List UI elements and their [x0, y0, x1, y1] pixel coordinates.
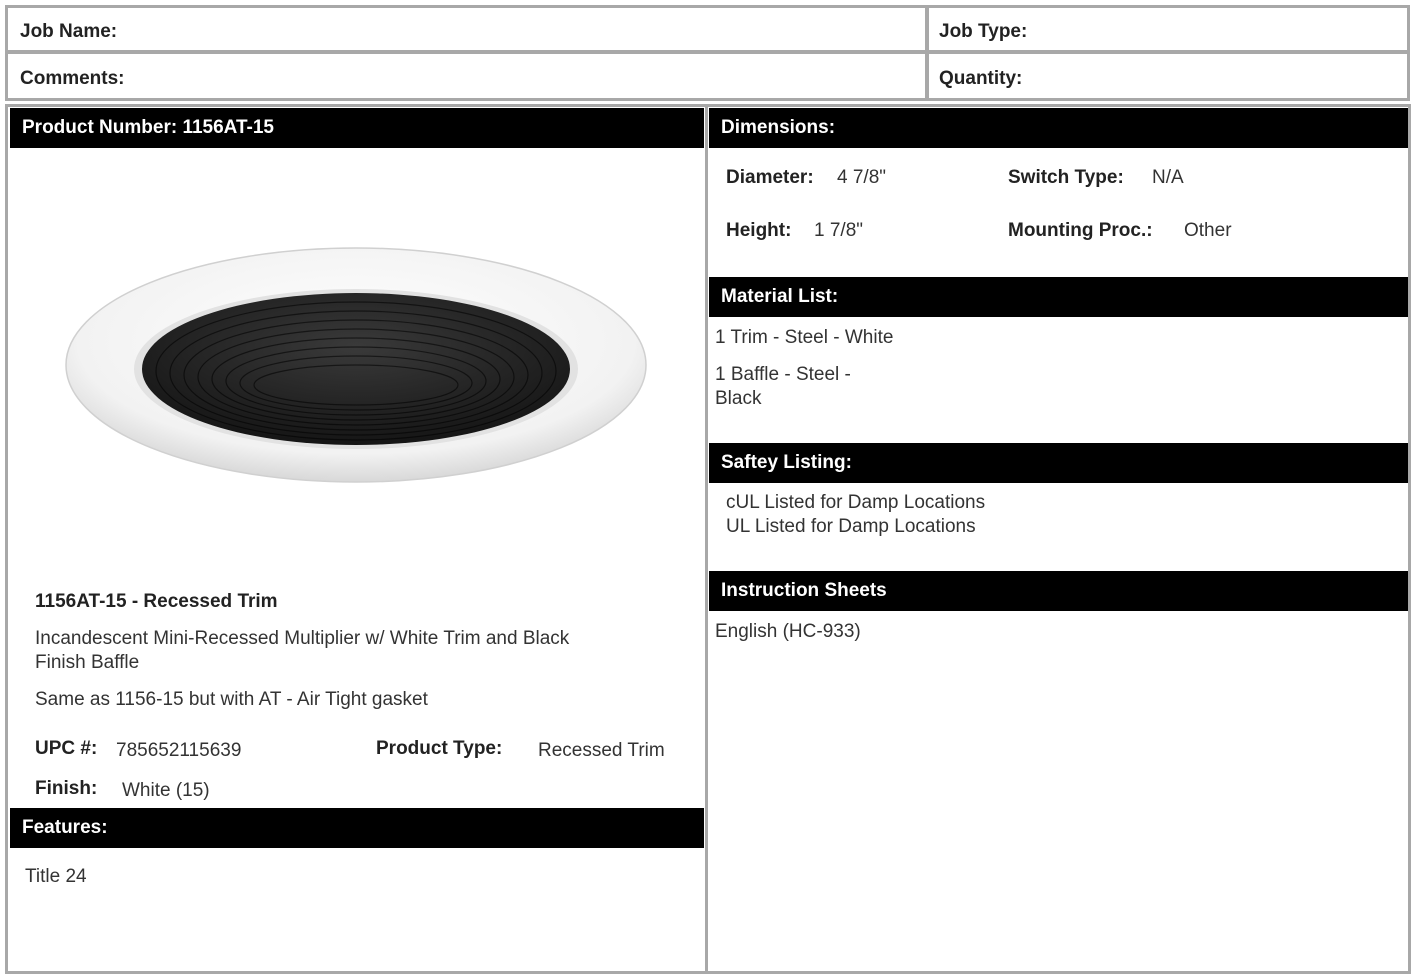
comments-cell: Comments:: [5, 51, 928, 101]
material-item-1: 1 Trim - Steel - White: [715, 327, 894, 348]
instruction-sheet-link[interactable]: English (HC-933): [715, 621, 861, 643]
mounting-value: Other: [1184, 220, 1232, 241]
quantity-label: Quantity:: [939, 68, 1023, 89]
height-label: Height:: [726, 220, 792, 241]
material-item-2-line-2: Black: [715, 388, 762, 409]
height-value: 1 7/8": [814, 220, 864, 241]
job-type-label: Job Type:: [939, 21, 1028, 42]
job-name-cell: Job Name:: [5, 5, 928, 53]
dimensions-header: Dimensions:: [709, 108, 1408, 148]
feature-item: Title 24: [25, 866, 87, 887]
diameter-label: Diameter:: [726, 167, 814, 188]
product-description-line-2: Finish Baffle: [35, 652, 140, 673]
safety-listing-header: Saftey Listing:: [709, 443, 1408, 483]
features-header: Features:: [10, 808, 704, 848]
material-item-2-line-1: 1 Baffle - Steel -: [715, 364, 851, 385]
quantity-cell: Quantity:: [926, 51, 1410, 101]
finish-value: White (15): [122, 780, 210, 801]
product-type-label: Product Type:: [376, 738, 503, 759]
upc-value: 785652115639: [116, 740, 242, 761]
diameter-value: 4 7/8": [837, 167, 887, 188]
product-description-line-1: Incandescent Mini-Recessed Multiplier w/…: [35, 628, 570, 649]
product-type-value: Recessed Trim: [538, 740, 665, 761]
baffle: [142, 293, 570, 445]
mounting-label: Mounting Proc.:: [1008, 220, 1153, 241]
job-name-label: Job Name:: [20, 21, 118, 42]
product-image: [65, 247, 647, 483]
upc-label: UPC #:: [35, 738, 98, 759]
product-title: 1156AT-15 - Recessed Trim: [35, 591, 278, 612]
switch-type-label: Switch Type:: [1008, 167, 1124, 188]
safety-item-2: UL Listed for Damp Locations: [726, 516, 976, 537]
instruction-sheets-header: Instruction Sheets: [709, 571, 1408, 611]
material-list-header: Material List:: [709, 277, 1408, 317]
product-number-header: Product Number: 1156AT-15: [10, 108, 704, 148]
product-note: Same as 1156-15 but with AT - Air Tight …: [35, 689, 428, 710]
job-type-cell: Job Type:: [926, 5, 1410, 53]
finish-label: Finish:: [35, 778, 98, 799]
switch-type-value: N/A: [1152, 167, 1184, 188]
comments-label: Comments:: [20, 68, 125, 89]
safety-item-1: cUL Listed for Damp Locations: [726, 492, 986, 513]
